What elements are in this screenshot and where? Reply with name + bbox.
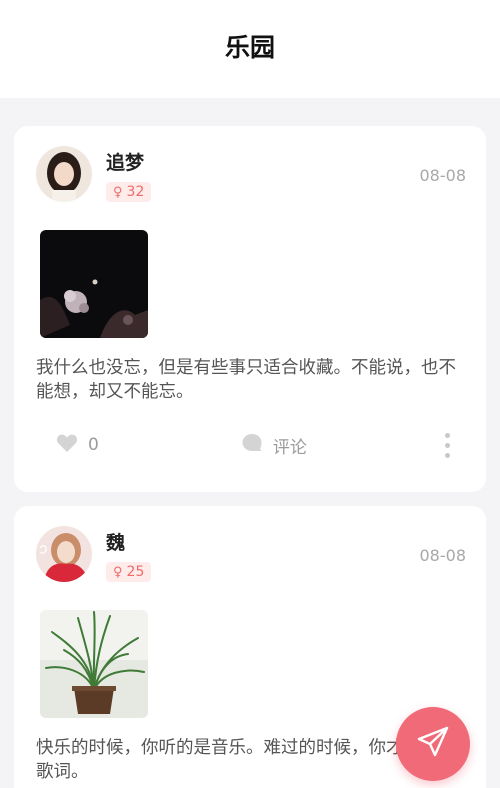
user-info: 追梦 ♀ 32	[106, 146, 152, 202]
comment-label: 评论	[272, 437, 307, 458]
post-header: 追梦 ♀ 32 08-08	[36, 146, 466, 208]
page-title: 乐园	[224, 33, 275, 62]
like-button[interactable]: 0	[56, 433, 99, 458]
female-icon: ♀	[113, 184, 123, 200]
username[interactable]: 魏	[106, 528, 151, 554]
post-feed: 追梦 ♀ 32 08-08 我什么也没忘，但是有些事只适合收藏。不能说，也不能想…	[0, 98, 500, 788]
age-value: 25	[126, 564, 145, 580]
gender-age-badge: ♀ 32	[106, 182, 152, 202]
female-icon: ♀	[113, 564, 123, 580]
like-count: 0	[88, 435, 99, 455]
post-photo[interactable]	[40, 610, 148, 718]
vertical-dots-icon	[445, 432, 450, 438]
new-post-button[interactable]	[396, 707, 470, 781]
post-text: 我什么也没忘，但是有些事只适合收藏。不能说，也不能想，却又不能忘。	[36, 358, 456, 402]
username[interactable]: 追梦	[106, 148, 151, 174]
post-actions: 0 评论	[36, 410, 466, 480]
top-bar: 乐园	[0, 0, 500, 98]
gender-age-badge: ♀ 25	[106, 562, 152, 582]
more-options-button[interactable]	[445, 432, 450, 458]
user-avatar[interactable]	[36, 146, 92, 202]
post-header: 魏 ♀ 25 08-08	[36, 526, 466, 588]
paper-plane-icon	[416, 725, 450, 763]
heart-icon	[56, 433, 78, 458]
user-avatar[interactable]	[36, 526, 92, 582]
post-date: 08-08	[419, 166, 467, 185]
post-card[interactable]: 追梦 ♀ 32 08-08 我什么也没忘，但是有些事只适合收藏。不能说，也不能想…	[14, 126, 486, 492]
comment-button[interactable]: 评论	[241, 433, 307, 458]
post-photo[interactable]	[40, 230, 148, 338]
post-date: 08-08	[419, 546, 467, 565]
user-info: 魏 ♀ 25	[106, 526, 152, 582]
speech-bubble-icon	[241, 433, 263, 458]
age-value: 32	[126, 184, 145, 200]
